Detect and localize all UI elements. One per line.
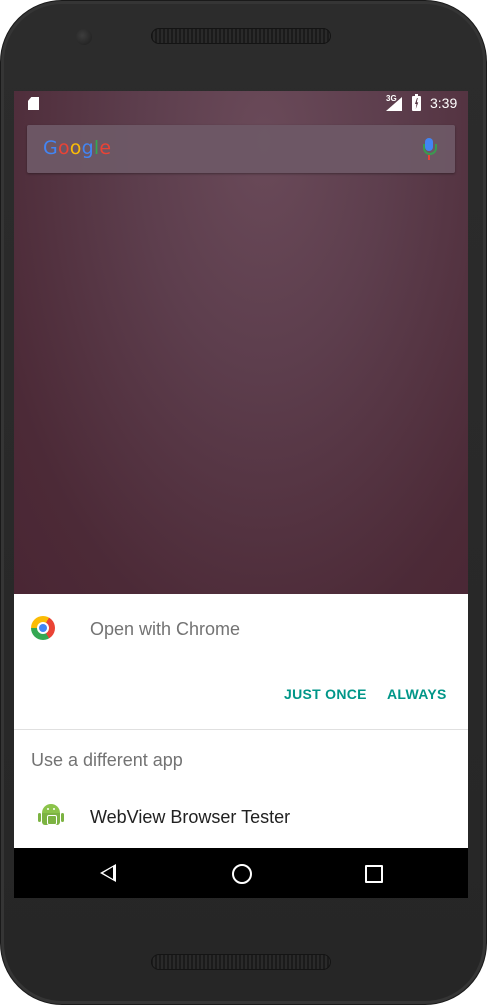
recents-icon[interactable] (365, 865, 383, 883)
back-icon[interactable] (100, 864, 116, 882)
sd-card-icon (28, 97, 39, 110)
use-different-app-heading: Use a different app (31, 750, 183, 770)
google-search-bar[interactable]: Google (27, 125, 455, 173)
logo-letter: G (43, 137, 58, 159)
app-list-item-label: WebView Browser Tester (90, 807, 291, 827)
bottom-speaker (151, 954, 331, 970)
microphone-icon[interactable] (423, 138, 437, 160)
logo-letter: g (81, 137, 94, 159)
screen: 3G 3:39 Google Open with Chrome JUST ONC… (14, 91, 468, 898)
android-app-icon (38, 803, 64, 827)
always-button[interactable]: ALWAYS (387, 686, 447, 702)
home-icon[interactable] (232, 864, 252, 884)
divider (14, 729, 468, 730)
open-with-chooser-sheet: Open with Chrome JUST ONCE ALWAYS Use a … (14, 594, 468, 848)
phone-frame: 3G 3:39 Google Open with Chrome JUST ONC… (0, 0, 487, 1005)
logo-letter: o (69, 137, 82, 159)
battery-charging-icon (412, 94, 421, 111)
status-clock: 3:39 (430, 95, 458, 111)
network-type-label: 3G (386, 94, 397, 103)
chooser-title: Open with Chrome (90, 619, 241, 639)
navigation-bar (14, 848, 468, 898)
chrome-icon (31, 616, 55, 640)
front-camera (76, 29, 92, 45)
status-bar: 3G 3:39 (14, 91, 468, 115)
earpiece-speaker (151, 28, 331, 44)
logo-letter: e (99, 137, 112, 159)
logo-letter: o (57, 137, 70, 159)
google-logo: Google (43, 137, 111, 159)
app-list-item[interactable]: WebView Browser Tester (14, 789, 468, 848)
just-once-button[interactable]: JUST ONCE (284, 686, 367, 702)
